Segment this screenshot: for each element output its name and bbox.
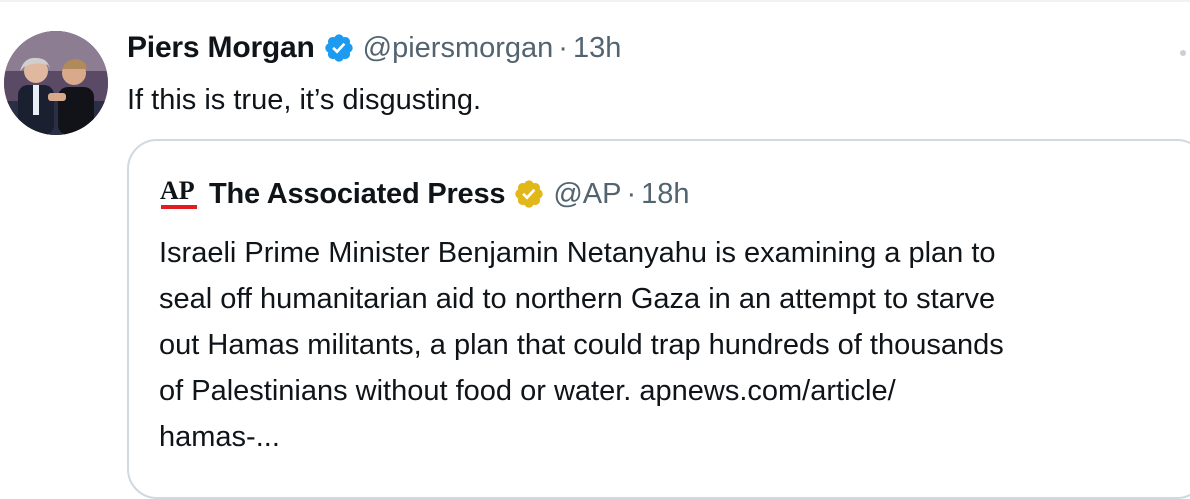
- gold-verified-badge-icon[interactable]: [513, 178, 545, 210]
- quote-author-handle[interactable]: @AP: [553, 178, 621, 211]
- quote-header: AP The Associated Press @AP · 18h: [159, 174, 690, 214]
- svg-text:AP: AP: [160, 176, 195, 205]
- quote-text-line: hamas-...: [159, 421, 280, 453]
- timestamp[interactable]: 13h: [573, 32, 621, 65]
- quote-separator-dot: ·: [626, 177, 637, 210]
- ap-logo: AP: [159, 174, 199, 214]
- quote-author-display-name[interactable]: The Associated Press: [209, 178, 506, 211]
- quote-text-line: of Palestinians without food or water. a…: [159, 375, 896, 407]
- quote-text: Israeli Prime Minister Benjamin Netanyah…: [159, 230, 1179, 460]
- quote-text-line: out Hamas militants, a plan that could t…: [159, 329, 1004, 361]
- more-icon[interactable]: [1176, 46, 1190, 60]
- quote-timestamp[interactable]: 18h: [641, 178, 689, 211]
- blue-verified-badge-icon[interactable]: [323, 32, 355, 64]
- tweet-text: If this is true, it’s disgusting.: [127, 84, 482, 116]
- quote-text-line: seal off humanitarian aid to northern Ga…: [159, 283, 996, 315]
- quote-tweet-card[interactable]: AP The Associated Press @AP · 18h Israel…: [127, 139, 1190, 499]
- author-display-name[interactable]: Piers Morgan: [127, 31, 315, 65]
- quote-text-line: Israeli Prime Minister Benjamin Netanyah…: [159, 237, 996, 269]
- tweet[interactable]: Piers Morgan @piersmorgan · 13h If this …: [0, 0, 1190, 499]
- author-handle[interactable]: @piersmorgan: [363, 32, 554, 65]
- avatar[interactable]: [4, 31, 108, 135]
- separator-dot: ·: [558, 31, 568, 64]
- tweet-header: Piers Morgan @piersmorgan · 13h: [127, 28, 621, 68]
